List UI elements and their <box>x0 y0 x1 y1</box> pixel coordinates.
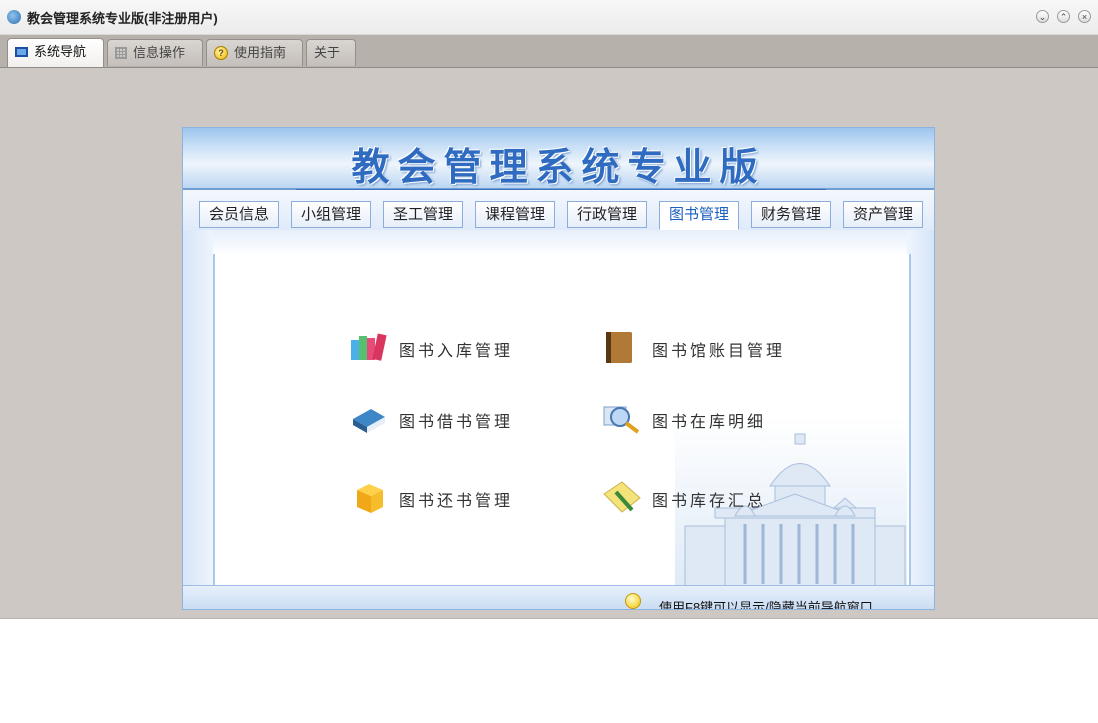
menu-admin-management[interactable]: 行政管理 <box>567 201 647 228</box>
title-bar: 教会管理系统专业版(非注册用户) ⌄ ⌃ × <box>0 0 1098 35</box>
tab-info-operations[interactable]: 信息操作 <box>107 39 203 66</box>
window-title: 教会管理系统专业版(非注册用户) <box>27 11 218 26</box>
module-menu: 会员信息 小组管理 圣工管理 课程管理 行政管理 图书管理 财务管理 资产管理 <box>183 190 934 230</box>
close-button[interactable]: × <box>1078 10 1091 23</box>
monitor-icon <box>15 46 28 57</box>
item-book-borrowing[interactable]: 图书借书管理 <box>349 401 549 435</box>
item-label: 图书在库明细 <box>652 412 767 431</box>
maximize-button[interactable]: ⌃ <box>1057 10 1070 23</box>
menu-library-management[interactable]: 图书管理 <box>659 201 739 230</box>
item-book-stock-summary[interactable]: 图书库存汇总 <box>602 480 802 514</box>
item-label: 图书还书管理 <box>399 491 514 510</box>
tip-bulb-icon <box>625 593 641 609</box>
footer-hint: 使用F8键可以显示/隐藏当前导航窗口 <box>659 600 873 610</box>
app-logo-icon <box>7 10 21 24</box>
item-label: 图书馆账目管理 <box>652 341 786 360</box>
help-icon: ? <box>214 45 228 60</box>
tab-label: 使用指南 <box>234 45 287 60</box>
menu-group-management[interactable]: 小组管理 <box>291 201 371 228</box>
note-pencil-icon <box>603 481 641 513</box>
content-top-band <box>183 230 934 256</box>
menu-finance-management[interactable]: 财务管理 <box>751 201 831 228</box>
item-label: 图书借书管理 <box>399 412 514 431</box>
banner-title: 教会管理系统专业版 <box>351 145 766 189</box>
ledger-icon <box>606 332 632 363</box>
navigation-panel: 教会管理系统专业版 会员信息 小组管理 圣工管理 课程管理 行政管理 图书管理 … <box>182 127 935 610</box>
tab-user-guide[interactable]: ? 使用指南 <box>206 39 303 66</box>
item-label: 图书库存汇总 <box>652 491 767 510</box>
item-library-accounts[interactable]: 图书馆账目管理 <box>602 330 822 364</box>
item-book-inventory-detail[interactable]: 图书在库明细 <box>602 401 802 435</box>
main-window: 教会管理系统专业版(非注册用户) ⌄ ⌃ × 系统导航 信息操作 ? 使用指南 关… <box>0 0 1098 619</box>
item-book-storage[interactable]: 图书入库管理 <box>349 330 549 364</box>
menu-asset-management[interactable]: 资产管理 <box>843 201 923 228</box>
item-book-return[interactable]: 图书还书管理 <box>349 480 549 514</box>
tab-system-navigation[interactable]: 系统导航 <box>7 38 104 67</box>
item-label: 图书入库管理 <box>399 341 514 360</box>
content-left-band <box>183 230 213 585</box>
app-banner: 教会管理系统专业版 <box>183 128 934 190</box>
books-icon <box>351 333 387 361</box>
tab-label: 系统导航 <box>34 44 87 59</box>
tab-label: 关于 <box>314 45 341 60</box>
tab-about[interactable]: 关于 <box>306 39 356 66</box>
menu-ministry-management[interactable]: 圣工管理 <box>383 201 463 228</box>
magnifier-icon <box>603 406 640 434</box>
content-right-band <box>907 230 934 585</box>
menu-member-info[interactable]: 会员信息 <box>199 201 279 228</box>
minimize-button[interactable]: ⌄ <box>1036 10 1049 23</box>
main-tab-strip: 系统导航 信息操作 ? 使用指南 关于 <box>0 35 1098 68</box>
menu-course-management[interactable]: 课程管理 <box>475 201 555 228</box>
grid-icon <box>115 46 127 59</box>
book-stack-icon <box>353 409 385 433</box>
tab-label: 信息操作 <box>133 45 186 60</box>
box-icon <box>357 484 383 513</box>
footer-bar: 使用F8键可以显示/隐藏当前导航窗口 <box>183 585 934 610</box>
